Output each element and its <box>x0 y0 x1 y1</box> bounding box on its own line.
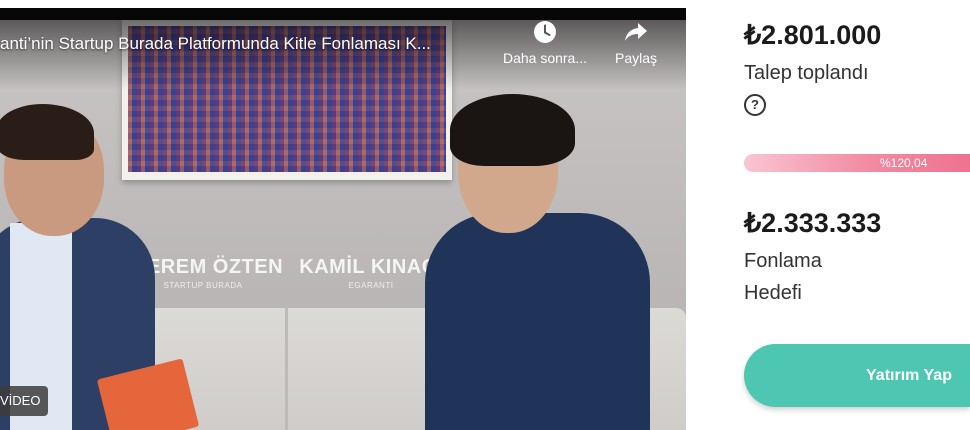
goal-label-line1: Fonlama <box>744 250 822 272</box>
raised-amount: ₺2.801.000 <box>744 20 882 50</box>
invest-button[interactable]: Yatırım Yap <box>744 344 970 407</box>
progress-fill <box>744 154 970 172</box>
guest-figure <box>425 213 650 430</box>
goal-label-line2: Hedefi <box>744 282 802 304</box>
person-name-right: KAMİL KINACI <box>299 256 443 278</box>
funding-progress-bar: %120,04 <box>744 154 970 172</box>
watch-later-button[interactable]: Daha sonra... <box>498 20 592 66</box>
watch-later-label: Daha sonra... <box>502 50 588 66</box>
person-role-right: EGARANTİ <box>348 281 394 290</box>
goal-label: Fonlama Hedefi <box>744 245 822 309</box>
video-badge: VİDEO <box>0 386 49 416</box>
share-label: Paylaş <box>614 50 658 66</box>
lower-third-right: KAMİL KINACI EGARANTİ <box>298 256 444 290</box>
goal-amount: ₺2.333.333 <box>744 208 882 238</box>
raised-label: Talep toplandı <box>744 62 869 84</box>
guest-hair <box>450 94 575 166</box>
help-circle-icon[interactable]: ? <box>744 94 766 116</box>
interviewer-hair <box>0 104 94 160</box>
progress-percent: %120,04 <box>880 156 928 170</box>
share-arrow-icon <box>625 23 647 41</box>
clock-icon <box>534 21 556 43</box>
video-top-bar <box>0 8 686 20</box>
couch-seam <box>285 308 288 430</box>
video-title[interactable]: anti’nin Startup Burada Platformunda Kit… <box>0 34 495 54</box>
video-player[interactable]: KEREM ÖZTEN STARTUP BURADA KAMİL KINACI … <box>0 8 686 430</box>
share-button[interactable]: Paylaş <box>608 20 664 66</box>
